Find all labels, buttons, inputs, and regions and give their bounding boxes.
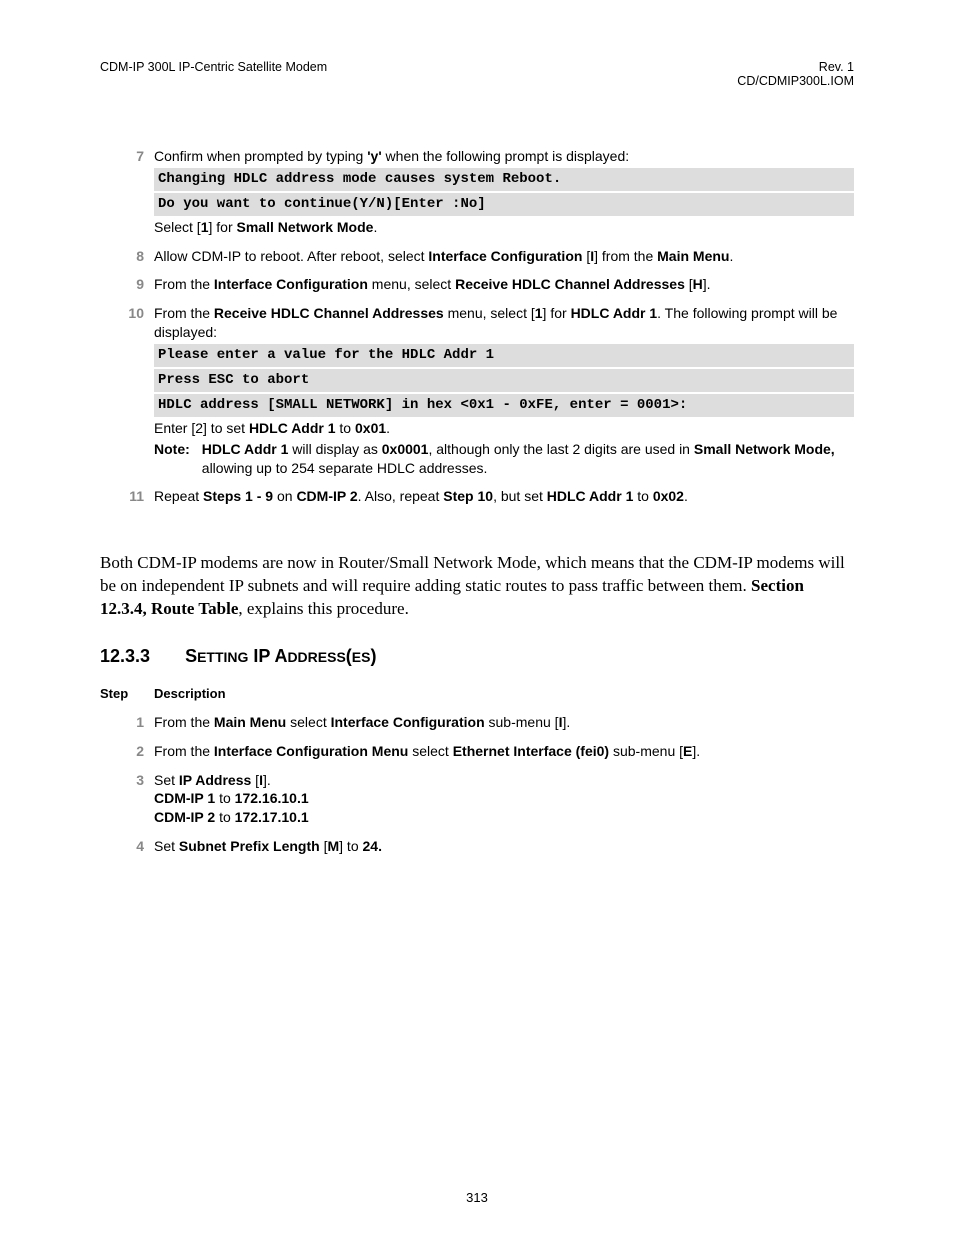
page-number: 313 <box>0 1190 954 1205</box>
step-body: From the Main Menu select Interface Conf… <box>154 709 854 738</box>
step-10: 10 From the Receive HDLC Channel Address… <box>100 300 854 483</box>
table-header: Step Description <box>100 681 854 709</box>
header-left: CDM-IP 300L IP-Centric Satellite Modem <box>100 60 327 88</box>
note: Note: HDLC Addr 1 will display as 0x0001… <box>154 440 854 478</box>
step-8: 8 Allow CDM-IP to reboot. After reboot, … <box>100 243 854 272</box>
step-number: 8 <box>100 243 154 272</box>
code-line: Changing HDLC address mode causes system… <box>154 168 854 191</box>
step-number: 3 <box>100 767 154 834</box>
code-line: Please enter a value for the HDLC Addr 1 <box>154 344 854 367</box>
header-rev: Rev. 1 <box>737 60 854 74</box>
step-number: 10 <box>100 300 154 483</box>
code-line: Do you want to continue(Y/N)[Enter :No] <box>154 193 854 216</box>
section-heading: 12.3.3 SETTING IP ADDRESS(ES) <box>100 646 854 667</box>
step-1: 1 From the Main Menu select Interface Co… <box>100 709 854 738</box>
step-3: 3 Set IP Address [I]. CDM-IP 1 to 172.16… <box>100 767 854 834</box>
step-4: 4 Set Subnet Prefix Length [M] to 24. <box>100 833 854 862</box>
step-body: Set IP Address [I]. CDM-IP 1 to 172.16.1… <box>154 767 854 834</box>
step-after: Enter [2] to set HDLC Addr 1 to 0x01. <box>154 419 854 438</box>
code-line: Press ESC to abort <box>154 369 854 392</box>
steps-block-2: Step Description 1 From the Main Menu se… <box>100 681 854 862</box>
step-body: Repeat Steps 1 - 9 on CDM-IP 2. Also, re… <box>154 483 854 512</box>
note-text: HDLC Addr 1 will display as 0x0001, alth… <box>202 440 854 478</box>
steps-block-1: 7 Confirm when prompted by typing 'y' wh… <box>100 143 854 512</box>
step-body: From the Interface Configuration menu, s… <box>154 271 854 300</box>
step-7: 7 Confirm when prompted by typing 'y' wh… <box>100 143 854 243</box>
step-body: Confirm when prompted by typing 'y' when… <box>154 143 854 243</box>
body-paragraph: Both CDM-IP modems are now in Router/Sma… <box>100 552 854 621</box>
step-number: 9 <box>100 271 154 300</box>
th-desc: Description <box>154 681 854 709</box>
step-body: From the Interface Configuration Menu se… <box>154 738 854 767</box>
page-header: CDM-IP 300L IP-Centric Satellite Modem R… <box>100 60 854 88</box>
step-number: 1 <box>100 709 154 738</box>
step-body: From the Receive HDLC Channel Addresses … <box>154 300 854 483</box>
step-after: Select [1] for Small Network Mode. <box>154 218 854 237</box>
step-2: 2 From the Interface Configuration Menu … <box>100 738 854 767</box>
th-step: Step <box>100 681 154 709</box>
note-label: Note: <box>154 440 202 478</box>
header-doc: CD/CDMIP300L.IOM <box>737 74 854 88</box>
step-body: Allow CDM-IP to reboot. After reboot, se… <box>154 243 854 272</box>
header-right: Rev. 1 CD/CDMIP300L.IOM <box>737 60 854 88</box>
step-11: 11 Repeat Steps 1 - 9 on CDM-IP 2. Also,… <box>100 483 854 512</box>
step-9: 9 From the Interface Configuration menu,… <box>100 271 854 300</box>
step-number: 4 <box>100 833 154 862</box>
step-number: 7 <box>100 143 154 243</box>
step-number: 2 <box>100 738 154 767</box>
code-line: HDLC address [SMALL NETWORK] in hex <0x1… <box>154 394 854 417</box>
step-number: 11 <box>100 483 154 512</box>
step-body: Set Subnet Prefix Length [M] to 24. <box>154 833 854 862</box>
